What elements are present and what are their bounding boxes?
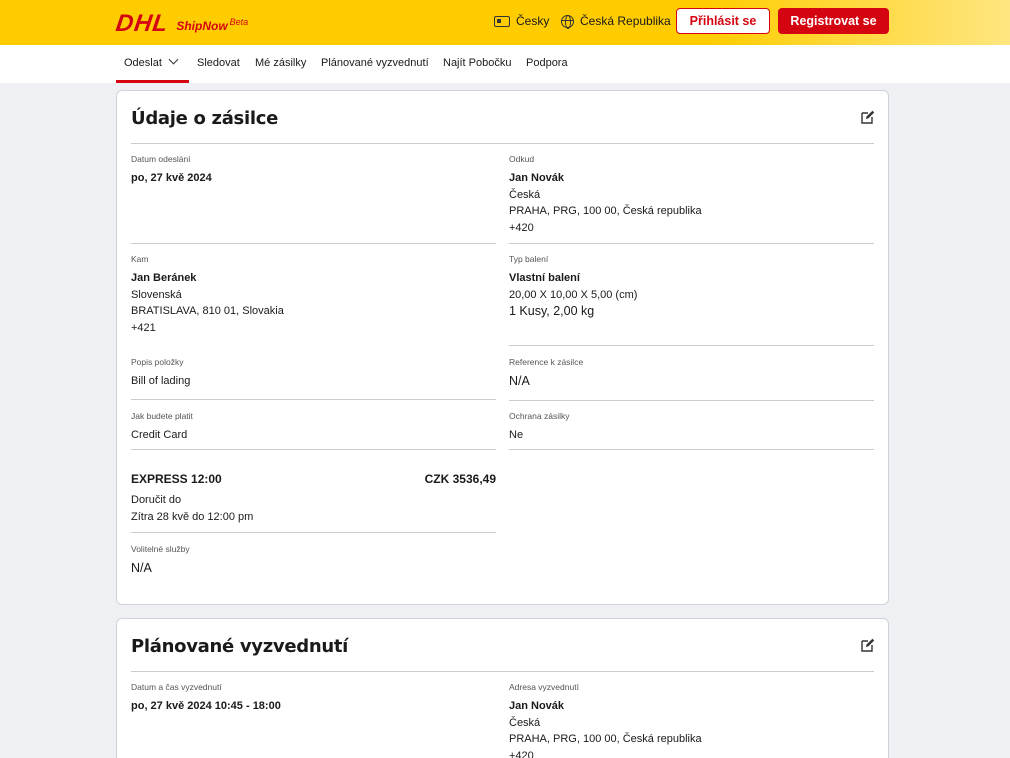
field-label: Adresa vyzvednutí <box>509 682 579 692</box>
recipient-phone: +421 <box>131 321 156 334</box>
field-label: Popis položky <box>131 357 184 367</box>
login-button[interactable]: Přihlásit se <box>676 8 770 34</box>
field-label: Typ balení <box>509 254 549 264</box>
divider <box>131 243 496 244</box>
field-label: Datum a čas vyzvednutí <box>131 682 222 692</box>
register-button[interactable]: Registrovat se <box>778 8 889 34</box>
divider <box>131 532 496 533</box>
optional-services-field: Volitelné služby N/A <box>131 544 190 577</box>
field-value: N/A <box>131 561 152 575</box>
pickup-address-field: Adresa vyzvednutí Jan Novák Česká PRAHA,… <box>509 682 702 758</box>
nav-item-me-zasilky[interactable]: Mé zásilky <box>255 57 306 83</box>
divider <box>509 243 874 244</box>
chevron-down-icon <box>168 54 179 65</box>
reference-field: Reference k zásilce N/A <box>509 357 583 390</box>
sender-street: Česká <box>509 188 541 201</box>
ship-date-field: Datum odeslání po, 27 kvě 2024 <box>131 154 212 187</box>
recipient-street: Slovenská <box>131 288 182 301</box>
divider <box>131 449 496 450</box>
delivery-label: Doručit do <box>131 494 182 506</box>
field-label: Reference k zásilce <box>509 357 584 367</box>
pickup-street: Česká <box>509 716 541 729</box>
nav-item-podpora[interactable]: Podpora <box>526 57 568 83</box>
pickup-card: Plánované vyzvednutí Datum a čas vyzvedn… <box>116 618 889 758</box>
dhl-logo[interactable]: DHL ShipNow Beta <box>114 10 249 37</box>
language-label: Česky <box>516 14 550 28</box>
field-value: Credit Card <box>131 429 188 441</box>
packaging-quantity: 1 Kusy, 2,00 kg <box>509 304 595 318</box>
field-label: Jak budete platit <box>131 411 193 421</box>
pickup-datetime-field: Datum a čas vyzvednutí po, 27 kvě 2024 1… <box>131 682 281 715</box>
divider <box>509 400 874 401</box>
field-label: Volitelné služby <box>131 544 190 554</box>
pickup-name: Jan Novák <box>509 700 565 712</box>
edit-icon[interactable] <box>861 638 875 652</box>
packaging-field: Typ balení Vlastní balení 20,00 X 10,00 … <box>509 254 637 320</box>
dhl-logo-text: DHL <box>114 10 171 37</box>
field-value: Bill of lading <box>131 375 191 387</box>
recipient-name: Jan Beránek <box>131 272 197 284</box>
field-label: Kam <box>131 254 149 264</box>
sender-city: PRAHA, PRG, 100 00, Česká republika <box>509 205 702 217</box>
field-value: N/A <box>509 374 530 388</box>
field-label: Ochrana zásilky <box>509 411 570 421</box>
globe-icon <box>561 14 574 29</box>
field-value: po, 27 kvě 2024 10:45 - 18:00 <box>131 700 281 712</box>
field-value: po, 27 kvě 2024 <box>131 172 212 184</box>
pickup-city: PRAHA, PRG, 100 00, Česká republika <box>509 733 702 745</box>
payment-field: Jak budete platit Credit Card <box>131 411 193 444</box>
country-label: Česká Republika <box>580 14 671 28</box>
language-selector[interactable]: Česky <box>494 14 549 28</box>
top-bar: DHL ShipNow Beta Česky Česká Republika P… <box>0 0 1010 45</box>
packaging-type: Vlastní balení <box>509 272 580 284</box>
recipient-city: BRATISLAVA, 810 01, Slovakia <box>131 305 284 317</box>
sender-phone: +420 <box>509 221 534 234</box>
field-label: Odkud <box>509 154 535 164</box>
nav-item-label: Odeslat <box>124 57 162 69</box>
product-name: ShipNow <box>176 19 228 33</box>
main-nav: Odeslat Sledovat Mé zásilky Plánované vy… <box>0 45 1010 83</box>
beta-badge: Beta <box>229 17 249 27</box>
divider <box>131 671 874 672</box>
language-icon <box>494 15 510 27</box>
divider <box>131 143 874 144</box>
protection-field: Ochrana zásilky Ne <box>509 411 569 444</box>
nav-item-sledovat[interactable]: Sledovat <box>197 57 240 83</box>
item-description-field: Popis položky Bill of lading <box>131 357 190 390</box>
service-price: CZK 3536,49 <box>424 472 496 486</box>
sender-name: Jan Novák <box>509 172 565 184</box>
card-title: Plánované vyzvednutí <box>131 636 349 657</box>
service-name: EXPRESS 12:00 <box>131 472 222 486</box>
from-field: Odkud Jan Novák Česká PRAHA, PRG, 100 00… <box>509 154 702 236</box>
field-label: Datum odeslání <box>131 154 191 164</box>
nav-item-odeslat[interactable]: Odeslat <box>116 54 189 83</box>
nav-item-najit-pobocku[interactable]: Najít Pobočku <box>443 57 511 83</box>
pickup-phone: +420 <box>509 749 534 758</box>
nav-item-planovane-vyzvednuti[interactable]: Plánované vyzvednutí <box>321 57 429 83</box>
card-title: Údaje o zásilce <box>131 108 278 129</box>
country-selector[interactable]: Česká Republika <box>561 14 671 29</box>
divider <box>131 399 496 400</box>
edit-icon[interactable] <box>861 110 875 124</box>
shipment-details-card: Údaje o zásilce Datum odeslání po, 27 kv… <box>116 90 889 605</box>
divider <box>509 449 874 450</box>
delivery-field: Doručit do Zítra 28 kvě do 12:00 pm <box>131 492 253 525</box>
packaging-dimensions: 20,00 X 10,00 X 5,00 (cm) <box>509 288 638 301</box>
delivery-value: Zítra 28 kvě do 12:00 pm <box>131 510 254 523</box>
field-value: Ne <box>509 429 524 441</box>
divider <box>509 345 874 346</box>
to-field: Kam Jan Beránek Slovenská BRATISLAVA, 81… <box>131 254 284 336</box>
